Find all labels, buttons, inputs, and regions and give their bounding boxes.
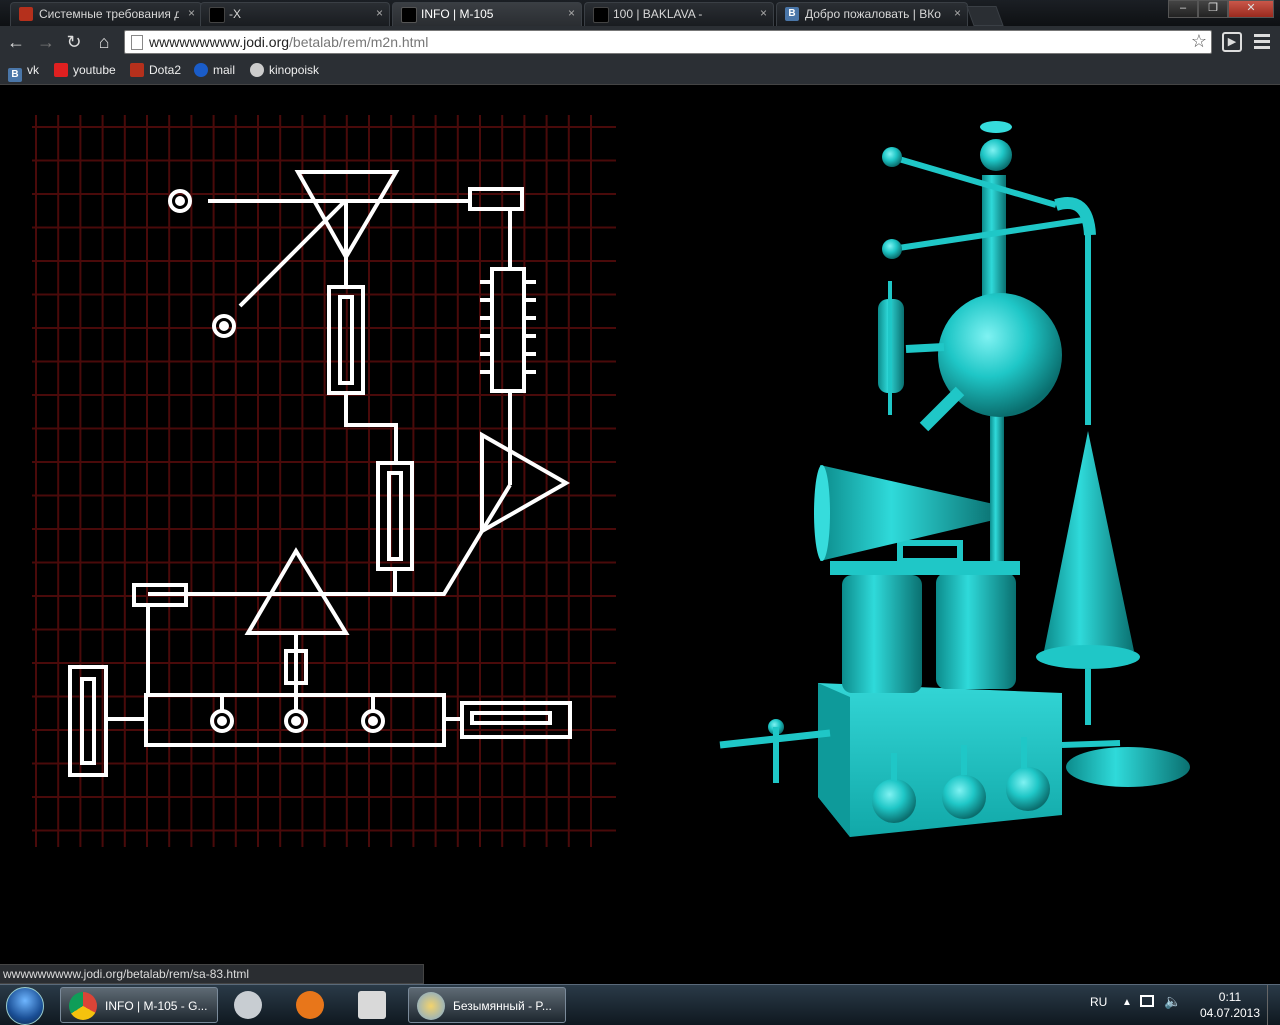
close-window-button[interactable]: ✕ xyxy=(1228,0,1274,18)
forward-arrow-icon[interactable]: → xyxy=(34,30,58,54)
media-classic-icon xyxy=(358,991,386,1019)
clock-date: 04.07.2013 xyxy=(1199,1006,1261,1020)
browser-toolbar: ← → ↻ ⌂ wwwwwwwww.jodi.org/betalab/rem/m… xyxy=(0,26,1280,58)
vk-icon: B xyxy=(8,68,22,82)
black-square-icon xyxy=(401,7,417,23)
window-controls: – ❐ ✕ xyxy=(1168,0,1274,18)
artwork xyxy=(32,115,1190,847)
clock[interactable]: 0:11 04.07.2013 xyxy=(1190,989,1270,1021)
mail-icon xyxy=(194,63,208,77)
taskbar-item-steam[interactable] xyxy=(226,987,274,1023)
bookmark-mail[interactable]: mail xyxy=(194,63,235,79)
tab-1[interactable]: Системные требования д × xyxy=(10,2,202,26)
show-desktop-button[interactable] xyxy=(1267,985,1280,1025)
close-icon[interactable]: × xyxy=(760,6,767,20)
close-icon[interactable]: × xyxy=(376,6,383,20)
lightning-icon xyxy=(296,991,324,1019)
address-bar[interactable]: wwwwwwwww.jodi.org/betalab/rem/m2n.html … xyxy=(124,30,1212,54)
steam-icon xyxy=(234,991,262,1019)
taskbar-item-media[interactable] xyxy=(350,987,398,1023)
back-arrow-icon[interactable]: ← xyxy=(4,30,28,54)
volume-icon[interactable]: 🔈 xyxy=(1164,993,1181,1010)
tab-2[interactable]: -X × xyxy=(200,2,390,26)
windows-orb-icon xyxy=(6,987,44,1025)
restore-button[interactable]: ❐ xyxy=(1198,0,1228,18)
paint-icon xyxy=(417,992,445,1020)
home-icon[interactable]: ⌂ xyxy=(92,30,116,54)
taskbar-item-chrome[interactable]: INFO | M-105 - G... xyxy=(60,987,218,1023)
bookmark-kinopoisk[interactable]: kinopoisk xyxy=(250,63,319,79)
circuit-schematic[interactable] xyxy=(68,170,572,777)
tab-title: 100 | BAKLAVA - xyxy=(613,7,703,21)
tab-3[interactable]: INFO | M-105 × xyxy=(392,2,582,26)
bookmark-vk[interactable]: Bvk xyxy=(8,63,39,82)
chrome-icon xyxy=(69,992,97,1020)
chevron-up-icon[interactable]: ▲ xyxy=(1122,997,1132,1008)
black-square-icon xyxy=(593,7,609,23)
taskbar-item-lightning[interactable] xyxy=(288,987,336,1023)
url-text: wwwwwwwww.jodi.org/betalab/rem/m2n.html xyxy=(149,34,429,50)
taskbar-item-paint[interactable]: Безымянный - P... xyxy=(408,987,566,1023)
status-bar: wwwwwwwww.jodi.org/betalab/rem/sa-83.htm… xyxy=(0,964,424,984)
bookmark-youtube[interactable]: youtube xyxy=(54,63,116,79)
tab-title: Системные требования д xyxy=(39,7,179,21)
tab-5[interactable]: B Добро пожаловать | ВКо × xyxy=(776,2,968,26)
tab-4[interactable]: 100 | BAKLAVA - × xyxy=(584,2,774,26)
bookmark-dota2[interactable]: Dota2 xyxy=(130,63,181,79)
system-tray: RU ▲ 🔈 0:11 04.07.2013 xyxy=(1080,985,1280,1025)
cyan-apparatus[interactable] xyxy=(719,121,1190,837)
close-icon[interactable]: × xyxy=(954,6,961,20)
menu-icon[interactable] xyxy=(1254,34,1270,52)
language-indicator[interactable]: RU xyxy=(1090,995,1107,1009)
network-icon[interactable] xyxy=(1140,995,1154,1007)
extension-icon[interactable]: ▶ xyxy=(1222,32,1242,52)
kinopoisk-icon xyxy=(250,63,264,77)
start-button[interactable] xyxy=(2,985,48,1025)
clock-time: 0:11 xyxy=(1218,990,1242,1004)
taskbar: INFO | M-105 - G... Безымянный - P... RU… xyxy=(0,984,1280,1025)
dota-icon xyxy=(19,7,33,21)
tab-title: Добро пожаловать | ВКо xyxy=(805,7,941,21)
close-icon[interactable]: × xyxy=(568,6,575,20)
reload-icon[interactable]: ↻ xyxy=(62,30,86,54)
close-icon[interactable]: × xyxy=(188,6,195,20)
tab-title: -X xyxy=(229,7,241,21)
tab-strip: Системные требования д × -X × INFO | M-1… xyxy=(0,0,1280,26)
page-content xyxy=(0,85,1280,985)
vk-icon: B xyxy=(785,7,799,21)
tab-title: INFO | M-105 xyxy=(421,7,494,21)
minimize-button[interactable]: – xyxy=(1168,0,1198,18)
new-tab-button[interactable] xyxy=(966,6,1004,26)
black-square-icon xyxy=(209,7,225,23)
bookmarks-bar: Bvk youtube Dota2 mail kinopoisk xyxy=(0,58,1280,85)
dota-icon xyxy=(130,63,144,77)
star-icon[interactable]: ☆ xyxy=(1191,31,1207,52)
youtube-icon xyxy=(54,63,68,77)
page-icon xyxy=(131,35,143,50)
